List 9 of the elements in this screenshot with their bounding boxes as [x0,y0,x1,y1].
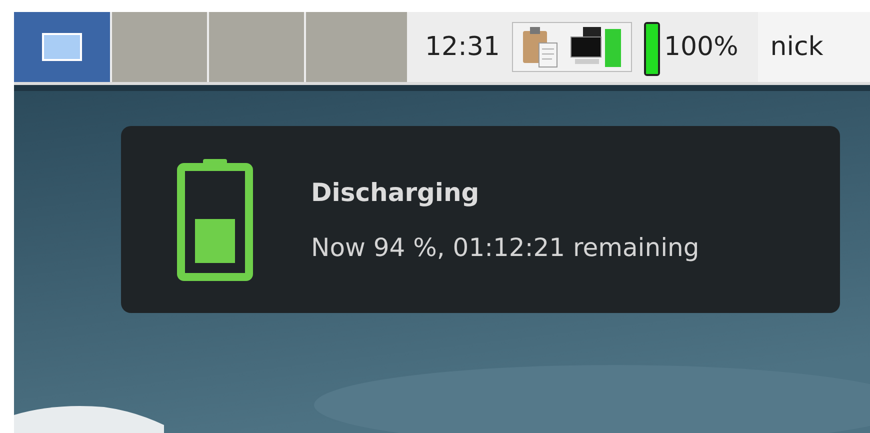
notification-message: Now 94 %, 01:12:21 remaining [311,232,700,262]
window-icon [42,33,82,61]
clock[interactable]: 12:31 [409,12,512,82]
window-button[interactable] [14,12,110,82]
notification-title: Discharging [311,178,480,206]
battery-icon [177,158,253,280]
network-computer-icon[interactable] [568,25,623,69]
user-name[interactable]: nick [758,12,870,82]
battery-percentage: 100% [664,31,740,64]
